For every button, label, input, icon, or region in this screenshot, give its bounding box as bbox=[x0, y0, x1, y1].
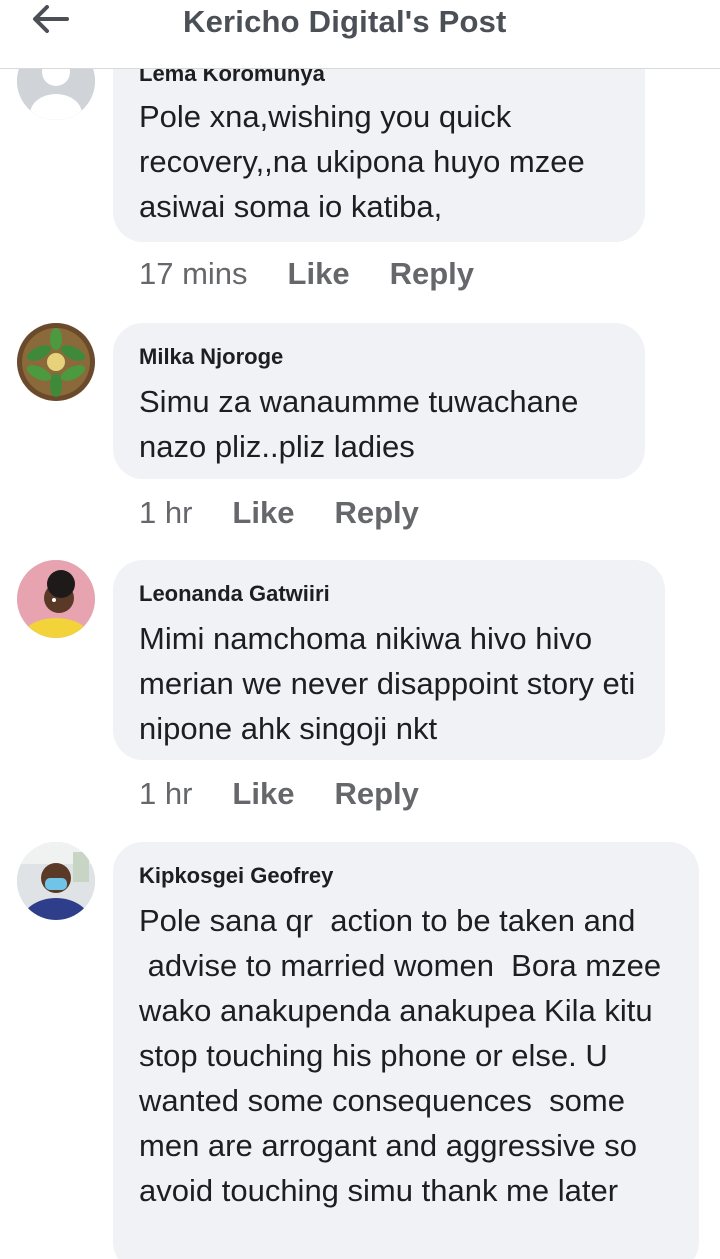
page-title: Kericho Digital's Post bbox=[183, 4, 507, 39]
comment-bubble[interactable]: Lema Koromunya Pole xna,wishing you quic… bbox=[113, 40, 645, 242]
comment-author[interactable]: Milka Njoroge bbox=[139, 345, 619, 369]
comment-time[interactable]: 17 mins bbox=[139, 256, 248, 292]
like-button[interactable]: Like bbox=[232, 776, 294, 812]
comment-text: Mimi namchoma nikiwa hivo hivo merian we… bbox=[139, 621, 644, 746]
comment-author[interactable]: Kipkosgei Geofrey bbox=[139, 864, 673, 888]
comment-bubble[interactable]: Leonanda Gatwiiri Mimi namchoma nikiwa h… bbox=[113, 560, 665, 760]
comment-list: Lema Koromunya Pole xna,wishing you quic… bbox=[0, 0, 720, 1259]
reply-button[interactable]: Reply bbox=[334, 495, 418, 531]
reply-button[interactable]: Reply bbox=[334, 776, 418, 812]
like-button[interactable]: Like bbox=[288, 256, 350, 292]
avatar-photo[interactable] bbox=[17, 842, 95, 920]
back-button[interactable] bbox=[28, 2, 72, 36]
like-button[interactable]: Like bbox=[232, 495, 294, 531]
comment-bubble[interactable]: Milka Njoroge Simu za wanaumme tuwachane… bbox=[113, 323, 645, 479]
comment-time[interactable]: 1 hr bbox=[139, 776, 192, 812]
arrow-left-icon bbox=[33, 5, 69, 33]
reply-button[interactable]: Reply bbox=[390, 256, 474, 292]
comment-actions: 1 hr Like Reply bbox=[139, 495, 419, 531]
comment-time[interactable]: 1 hr bbox=[139, 495, 192, 531]
comment-actions: 1 hr Like Reply bbox=[139, 776, 419, 812]
comment-actions: 17 mins Like Reply bbox=[139, 256, 474, 292]
avatar-photo[interactable] bbox=[17, 560, 95, 638]
avatar-photo[interactable] bbox=[17, 323, 95, 401]
comment-text: Pole xna,wishing you quick recovery,,na … bbox=[139, 99, 594, 224]
comment-bubble[interactable]: Kipkosgei Geofrey Pole sana qr action to… bbox=[113, 842, 699, 1259]
comment-author[interactable]: Leonanda Gatwiiri bbox=[139, 582, 639, 606]
comment-text: Pole sana qr action to be taken and advi… bbox=[139, 903, 662, 1208]
comment-text: Simu za wanaumme tuwachane nazo pliz..pl… bbox=[139, 384, 588, 464]
top-bar: Kericho Digital's Post bbox=[0, 0, 720, 69]
